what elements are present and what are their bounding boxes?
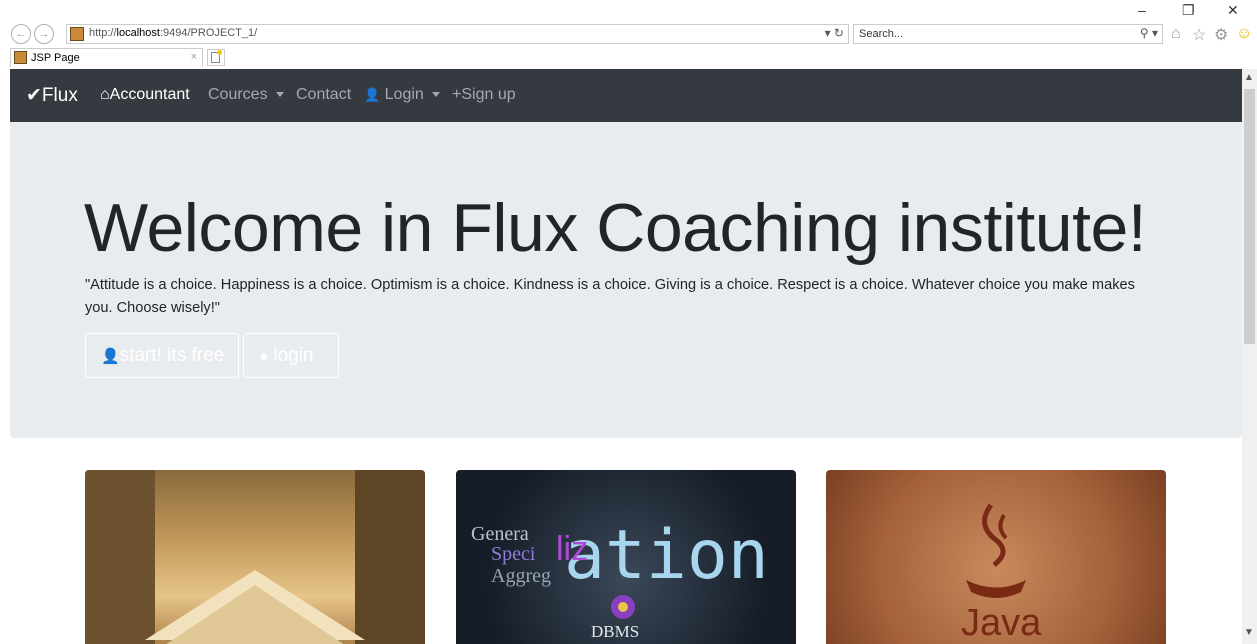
url-path: :9494/PROJECT_1/	[159, 27, 258, 39]
back-arrow-icon: ←	[15, 28, 27, 40]
svg-text:Genera: Genera	[471, 523, 529, 545]
url-text[interactable]: http://localhost:9494/PROJECT_1/	[89, 27, 257, 39]
new-tab-star-icon	[217, 50, 222, 55]
card-java-image[interactable]: Java	[826, 470, 1166, 644]
nav-contact[interactable]: Contact	[296, 86, 351, 104]
java-label: Java	[961, 602, 1042, 644]
forward-button[interactable]: →	[34, 24, 54, 44]
nav-signup-label: Sign up	[461, 86, 516, 103]
start-free-button[interactable]: 👤start! its free	[85, 333, 239, 378]
svg-text:liz: liz	[556, 530, 588, 568]
new-tab-button[interactable]	[207, 49, 225, 66]
login-button[interactable]: ● login	[243, 333, 339, 378]
scroll-up-icon[interactable]: ▲	[1244, 72, 1254, 83]
page-content: ✔Flux ⌂Accountant Cources Contact 👤 Logi…	[10, 69, 1242, 644]
scroll-down-icon[interactable]: ▼	[1244, 627, 1254, 638]
nav-accountant[interactable]: ⌂Accountant	[100, 86, 190, 104]
quote-text: "Attitude is a choice. Happiness is a ch…	[85, 277, 1135, 316]
navbar: ✔Flux ⌂Accountant Cources Contact 👤 Logi…	[10, 69, 1242, 122]
card-books-image[interactable]	[85, 470, 425, 644]
svg-text:ation: ation	[564, 516, 769, 595]
back-button[interactable]: ←	[11, 24, 31, 44]
login-label: login	[273, 345, 314, 366]
svg-text:Aggreg: Aggreg	[491, 565, 551, 587]
url-host: localhost	[116, 27, 160, 39]
user-icon: 👤	[101, 348, 120, 365]
minimize-button[interactable]: –	[1138, 2, 1146, 18]
jumbotron: Welcome in Flux Coaching institute! "Att…	[10, 122, 1242, 438]
tab-close-icon[interactable]: ×	[191, 51, 197, 63]
nav-cources-dropdown[interactable]: Cources	[208, 86, 284, 104]
check-circle-icon: ✔	[26, 85, 42, 106]
nav-cources-label: Cources	[208, 86, 268, 103]
restore-button[interactable]: ❐	[1182, 2, 1195, 19]
users-icon: ●	[259, 348, 269, 365]
svg-text:Speci: Speci	[491, 543, 536, 565]
forward-arrow-icon: →	[38, 28, 50, 40]
page-title: Welcome in Flux Coaching institute!	[84, 190, 1147, 266]
dbms-illustration: Genera Speci Aggreg ation liz	[471, 516, 769, 619]
tab-title: JSP Page	[31, 52, 80, 64]
smiley-feedback-icon[interactable]: ☺	[1236, 25, 1252, 43]
brand-label: Flux	[41, 85, 78, 106]
favorites-icon[interactable]: ☆	[1192, 25, 1206, 45]
caret-down-icon	[431, 92, 440, 98]
tab-favicon-icon	[14, 51, 27, 64]
close-window-button[interactable]: ✕	[1227, 2, 1239, 19]
brand-link[interactable]: ✔Flux	[26, 84, 78, 107]
browser-tab[interactable]: JSP Page ×	[10, 48, 203, 67]
nav-contact-label: Contact	[296, 86, 352, 103]
books-illustration	[85, 470, 425, 644]
nav-accountant-label: Accountant	[109, 86, 190, 103]
caret-down-icon	[275, 92, 284, 98]
refresh-icon[interactable]: ▾ ↻	[825, 26, 844, 40]
search-placeholder: Search...	[859, 28, 904, 40]
nav-signup[interactable]: +Sign up	[452, 86, 516, 104]
address-bar[interactable]: http://localhost:9494/PROJECT_1/ ▾ ↻	[66, 24, 849, 44]
site-favicon-icon	[70, 27, 84, 41]
settings-icon[interactable]: ⚙	[1214, 25, 1228, 45]
start-free-label: start! its free	[119, 345, 225, 366]
nav-login-dropdown[interactable]: 👤 Login	[364, 86, 440, 104]
home-icon: ⌂	[100, 86, 110, 103]
vertical-scrollbar[interactable]: ▲ ▼	[1242, 69, 1257, 644]
user-icon: 👤	[364, 87, 381, 102]
scrollbar-thumb[interactable]	[1244, 89, 1255, 344]
url-prefix: http://	[89, 27, 117, 39]
home-icon[interactable]: ⌂	[1171, 25, 1181, 43]
browser-chrome: – ❐ ✕ ← → http://localhost:9494/PROJECT_…	[0, 0, 1257, 69]
dbms-label: DBMS	[591, 622, 640, 641]
card-dbms-image[interactable]: Genera Speci Aggreg ation liz DBMS	[456, 470, 796, 644]
search-icon[interactable]: ⚲ ▾	[1140, 26, 1158, 40]
search-input[interactable]: Search... ⚲ ▾	[853, 24, 1163, 44]
user-plus-icon: +	[452, 86, 462, 103]
nav-login-label: Login	[384, 86, 424, 103]
